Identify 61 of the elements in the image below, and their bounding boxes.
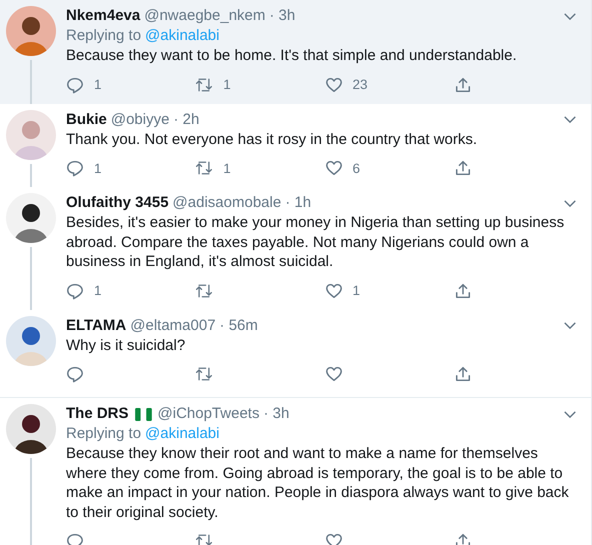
chevron-down-icon[interactable] — [563, 12, 577, 20]
user-handle[interactable]: @adisaomobale — [172, 193, 282, 213]
heart-icon[interactable] — [324, 76, 342, 94]
like-count: 1 — [352, 283, 360, 298]
heart-icon[interactable] — [324, 159, 342, 177]
mention-link[interactable]: @akinalabi — [145, 26, 220, 46]
tweet-text: Because they know their root and want to make a name for themselves where they come from. Going abroad is temporary, the goal is to be able to make an impact in your nation. People in diaspora always want to give back to their original society. — [66, 444, 570, 522]
replying-label: Replying to — [66, 26, 142, 46]
share-icon[interactable] — [454, 532, 472, 545]
retweet-count: 1 — [223, 160, 231, 176]
tweet-card[interactable]: Bukie @obiyye · 2h Thank you. Not everyone has it rosy in the country that works. 1 1 6 — [0, 104, 591, 187]
retweet-icon[interactable] — [195, 282, 214, 300]
tweet-card[interactable] — [0, 397, 591, 545]
user-name[interactable]: Olufaithy 3455 — [66, 193, 169, 213]
user-name[interactable]: Bukie — [66, 110, 107, 130]
tweet-text: Because they want to be home. It's that simple and understandable. — [66, 46, 518, 66]
chevron-down-icon[interactable] — [563, 115, 577, 124]
user-handle[interactable]: @obiyye — [110, 110, 170, 130]
user-handle[interactable]: @nwaegbe_nkem — [144, 6, 266, 26]
reply-icon[interactable] — [66, 532, 84, 545]
user-name[interactable]: The DRS — [66, 404, 129, 424]
share-icon[interactable] — [454, 365, 472, 383]
share-icon[interactable] — [454, 282, 472, 300]
tweet-card[interactable]: Nkem4eva @nwaegbe_nkem · 3h Replying to @akinalabi Because they want to be home. It's that simple and understandable. 1 1 23 — [0, 0, 591, 104]
reply-count: 1 — [94, 77, 102, 92]
tweet-text: Thank you. Not everyone has it rosy in the country that works. — [66, 130, 478, 149]
chevron-down-icon[interactable] — [563, 198, 577, 208]
retweet-icon[interactable] — [195, 365, 214, 383]
chevron-down-icon[interactable] — [563, 321, 577, 330]
tweet-text: Besides, it's easier to make your money in Nigeria than setting up business abroad. Compare the taxes payable. Not many Nigerians could own a business in England, it's almost suicidal. — [66, 213, 566, 272]
retweet-icon[interactable] — [195, 532, 214, 545]
share-icon[interactable] — [454, 159, 472, 177]
user-handle[interactable]: @eltama007 — [130, 316, 216, 336]
like-count: 6 — [352, 160, 360, 176]
reply-icon[interactable] — [66, 365, 84, 383]
like-count: 23 — [352, 77, 368, 92]
replying-label: Replying to — [66, 424, 142, 444]
timestamp[interactable]: · 3h — [269, 6, 296, 26]
mention-link[interactable]: @akinalabi — [145, 424, 220, 444]
timestamp[interactable]: · 1h — [285, 193, 312, 213]
tweet-text: Why is it suicidal? — [66, 336, 186, 355]
reply-icon[interactable] — [66, 76, 84, 94]
user-handle[interactable]: @iChopTweets — [158, 404, 260, 424]
heart-icon[interactable] — [324, 532, 342, 545]
user-name[interactable]: Nkem4eva — [66, 6, 140, 26]
user-name[interactable]: ELTAMA — [66, 316, 126, 336]
reply-count: 1 — [94, 283, 102, 298]
reply-icon[interactable] — [66, 159, 84, 177]
timestamp[interactable]: · 3h — [263, 404, 290, 424]
retweet-icon[interactable] — [195, 159, 214, 177]
timestamp[interactable]: · 2h — [173, 110, 200, 130]
tweet-card[interactable]: ELTAMA @eltama007 · 56m Why is it suicidal? — [0, 310, 591, 393]
retweet-icon[interactable] — [195, 76, 214, 94]
reply-icon[interactable] — [66, 282, 84, 300]
chevron-down-icon[interactable] — [563, 410, 577, 418]
share-icon[interactable] — [454, 76, 472, 94]
heart-icon[interactable] — [324, 282, 342, 300]
retweet-count: 1 — [223, 77, 231, 92]
timestamp[interactable]: · 56m — [220, 316, 258, 336]
heart-icon[interactable] — [324, 365, 342, 383]
reply-count: 1 — [94, 160, 102, 176]
